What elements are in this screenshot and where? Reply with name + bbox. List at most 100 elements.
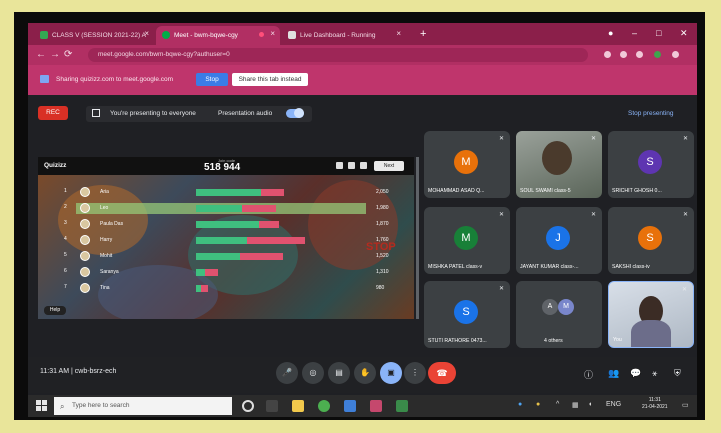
participant-tile[interactable]: J ✕ JAYANT KUMAR class-... xyxy=(516,207,602,274)
maximize-button[interactable]: □ xyxy=(656,28,661,38)
presentation-scrollbar[interactable] xyxy=(416,157,419,319)
end-call-button[interactable]: ☎ xyxy=(428,362,456,384)
task-view-icon[interactable] xyxy=(266,400,278,412)
chrome-icon[interactable] xyxy=(318,400,330,412)
language-indicator[interactable]: ENG xyxy=(606,401,621,408)
close-icon[interactable]: × xyxy=(144,29,149,38)
participant-avatar: M xyxy=(454,150,478,174)
recording-badge: REC xyxy=(38,106,68,120)
windows-start-button[interactable] xyxy=(36,400,48,412)
reload-button[interactable]: ⟳ xyxy=(64,49,72,60)
participant-avatar: M xyxy=(454,226,478,250)
player-score: 1,520 xyxy=(376,253,389,259)
incorrect-bar xyxy=(241,205,276,212)
next-button[interactable]: Next xyxy=(374,161,404,171)
pause-icon[interactable] xyxy=(336,162,343,169)
rank: 1 xyxy=(64,188,67,194)
store-icon[interactable] xyxy=(344,400,356,412)
player-name: Paula Das xyxy=(100,221,124,227)
sound-icon[interactable] xyxy=(348,162,355,169)
others-avatar: M xyxy=(558,299,574,315)
file-explorer-icon[interactable] xyxy=(292,400,304,412)
fullscreen-icon[interactable] xyxy=(360,162,367,169)
network-icon[interactable]: ▦ xyxy=(572,401,579,409)
notifications-icon[interactable]: ▭ xyxy=(682,401,689,409)
menu-icon[interactable] xyxy=(672,51,679,58)
dashboard-icon xyxy=(288,31,296,39)
weather-icon[interactable]: ● xyxy=(536,401,540,408)
chat-icon[interactable]: 💬 xyxy=(630,368,641,379)
close-window-button[interactable]: ✕ xyxy=(680,28,688,39)
close-icon[interactable]: × xyxy=(396,29,401,38)
cortana-icon[interactable] xyxy=(242,400,254,412)
stop-sharing-button[interactable]: Stop xyxy=(196,73,228,86)
tab-label: Meet - bwm-bqwe-cgy xyxy=(174,32,238,39)
rank: 4 xyxy=(64,236,67,242)
participant-name: 4 others xyxy=(544,338,563,344)
help-button[interactable]: Help xyxy=(44,306,66,315)
clock-date: 21-04-2021 xyxy=(642,404,668,410)
player-score: 1,760 xyxy=(376,237,389,243)
avatar xyxy=(80,187,90,197)
info-icon[interactable]: ⓘ xyxy=(584,368,593,381)
participant-tile[interactable]: S ✕ SAKSHI class-iv xyxy=(608,207,694,274)
participant-tile[interactable]: M ✕ MOHAMMAD ASAD Q... xyxy=(424,131,510,198)
incorrect-bar xyxy=(258,221,280,228)
close-icon[interactable]: × xyxy=(270,29,275,38)
taskbar-clock[interactable]: 11:31 21-04-2021 xyxy=(642,397,668,411)
people-icon[interactable]: 👥 xyxy=(608,368,619,379)
others-avatar: A xyxy=(542,299,558,315)
meet-icon xyxy=(162,31,170,39)
profile-avatar[interactable] xyxy=(654,51,661,58)
extension-icon[interactable] xyxy=(604,51,611,58)
share-this-tab-button[interactable]: Share this tab instead xyxy=(232,73,308,86)
profile-icon[interactable]: ● xyxy=(608,28,613,38)
avatar xyxy=(80,283,90,293)
participant-tile[interactable]: AM 4 others xyxy=(516,281,602,348)
incorrect-bar xyxy=(240,253,283,260)
captions-button[interactable]: ▤ xyxy=(328,362,350,384)
leaderboard-row: 4 Harry 1,760 xyxy=(64,235,389,246)
player-name: Mohit xyxy=(100,253,113,259)
more-options-button[interactable]: ⋮ xyxy=(404,362,426,384)
tab-dashboard[interactable]: Live Dashboard - Running × xyxy=(282,26,406,45)
people-tray-icon[interactable]: ● xyxy=(518,401,522,408)
tab-label: CLASS V (SESSION 2021-22) A xyxy=(52,32,146,39)
address-bar[interactable]: meet.google.com/bwm-bqwe-cgy?authuser=0 xyxy=(88,48,588,62)
mic-button[interactable]: 🎤 xyxy=(276,362,298,384)
app-icon[interactable] xyxy=(370,400,382,412)
present-button[interactable]: ▣ xyxy=(380,362,402,384)
minimize-button[interactable]: – xyxy=(632,28,637,38)
bookmark-star-icon[interactable] xyxy=(636,51,643,58)
stop-presenting-button[interactable]: Stop presenting xyxy=(628,110,674,117)
participant-tile[interactable]: M ✕ MISHKA PATEL class-v xyxy=(424,207,510,274)
taskbar-search-input[interactable]: Type here to search xyxy=(54,397,232,415)
new-tab-button[interactable]: + xyxy=(420,28,426,40)
participant-tile[interactable]: ✕ You xyxy=(608,281,694,348)
back-button[interactable]: ← xyxy=(36,49,46,60)
activities-icon[interactable]: ⚹ xyxy=(652,368,657,379)
app-icon[interactable] xyxy=(396,400,408,412)
participant-tile[interactable]: ✕ SOUL SWAMI class-5 xyxy=(516,131,602,198)
forward-button[interactable]: → xyxy=(50,49,60,60)
tab-classroom[interactable]: CLASS V (SESSION 2021-22) A × xyxy=(34,26,154,45)
host-controls-icon[interactable]: ⛨ xyxy=(674,368,681,379)
raise-hand-button[interactable]: ✋ xyxy=(354,362,376,384)
rank: 6 xyxy=(64,268,67,274)
rank: 3 xyxy=(64,220,67,226)
participant-tile[interactable]: S ✕ SRICHIT GHOSH 0... xyxy=(608,131,694,198)
tab-meet[interactable]: Meet - bwm-bqwe-cgy × xyxy=(156,26,280,45)
leaderboard-row: 6 Saranya 1,310 xyxy=(64,267,389,278)
rank: 2 xyxy=(64,204,67,210)
camera-button[interactable]: ◎ xyxy=(302,362,324,384)
chevron-up-icon[interactable]: ^ xyxy=(556,401,559,408)
player-score: 2,050 xyxy=(376,189,389,195)
participant-avatar: J xyxy=(546,226,570,250)
avatar xyxy=(80,219,90,229)
mic-off-icon: ✕ xyxy=(590,136,596,142)
extension-icon[interactable] xyxy=(620,51,627,58)
presentation-audio-toggle[interactable] xyxy=(286,108,304,118)
volume-icon[interactable]: ◖ xyxy=(588,401,592,408)
participant-name: STUTI RATHORE 0473... xyxy=(428,338,487,344)
participant-tile[interactable]: S ✕ STUTI RATHORE 0473... xyxy=(424,281,510,348)
